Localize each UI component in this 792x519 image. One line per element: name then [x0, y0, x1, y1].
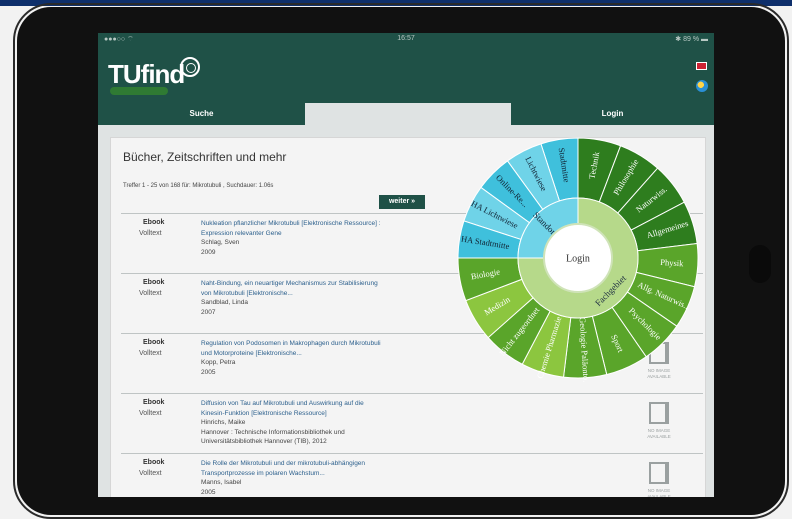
- result-availability[interactable]: Volltext: [139, 410, 162, 417]
- battery-indicator: ✱ 89 % ▬: [675, 36, 708, 43]
- photo-background-strip: [0, 0, 792, 6]
- result-year: 2005: [201, 488, 216, 496]
- result-meta: Die Rolle der Mikrotubuli und der mikrot…: [201, 459, 381, 497]
- result-meta: Diffusion von Tau auf Mikrotubuli und Au…: [201, 399, 381, 447]
- seal-icon: [180, 57, 200, 77]
- result-meta: Nukleation pflanzlicher Mikrotubuli [Ele…: [201, 219, 381, 257]
- result-author: Sandblad, Linda: [201, 299, 248, 306]
- result-type: Ebook: [143, 459, 165, 466]
- no-image-label: NO IMAGE AVAILABLE: [647, 488, 671, 497]
- result-author: Kopp, Petra: [201, 359, 236, 366]
- globe-icon[interactable]: [696, 80, 708, 92]
- result-row[interactable]: Ebook Volltext Die Rolle der Mikrotubuli…: [121, 453, 703, 497]
- login-center-label[interactable]: Login: [566, 253, 590, 264]
- nav-login[interactable]: Login: [511, 103, 714, 125]
- hits-summary: Treffer 1 - 25 von 168 für: Mikrotubuli …: [123, 183, 274, 189]
- result-availability[interactable]: Volltext: [139, 350, 162, 357]
- result-year: Hannover : Technische Informationsbiblio…: [201, 428, 345, 446]
- result-type: Ebook: [143, 339, 165, 346]
- result-type: Ebook: [143, 279, 165, 286]
- result-year: 2005: [201, 368, 216, 376]
- no-image-placeholder: NO IMAGE AVAILABLE: [641, 462, 677, 497]
- book-icon: [649, 402, 669, 424]
- result-availability[interactable]: Volltext: [139, 470, 162, 477]
- result-availability[interactable]: Volltext: [139, 230, 162, 237]
- result-title[interactable]: Regulation von Podosomen in Makrophagen …: [201, 339, 381, 358]
- filter-label-fachgebiet[interactable]: Physik: [660, 257, 684, 268]
- result-meta: Naht-Bindung, ein neuartiger Mechanismus…: [201, 279, 381, 317]
- nav-active-gap: [305, 103, 511, 125]
- main-nav: Suche Login: [98, 103, 714, 125]
- result-meta: Regulation von Podosomen in Makrophagen …: [201, 339, 381, 377]
- result-year: 2009: [201, 248, 216, 256]
- result-title[interactable]: Naht-Bindung, ein neuartiger Mechanismus…: [201, 279, 381, 298]
- page-title: Bücher, Zeitschriften und mehr: [123, 150, 287, 164]
- next-page-button[interactable]: weiter »: [379, 195, 425, 209]
- result-author: Hinrichs, Maike: [201, 419, 246, 426]
- brand-header: TUfind: [98, 45, 714, 103]
- flag-uk-icon[interactable]: [696, 62, 707, 70]
- result-availability[interactable]: Volltext: [139, 290, 162, 297]
- clock: 16:57: [397, 35, 415, 42]
- result-row[interactable]: Ebook Volltext Diffusion von Tau auf Mik…: [121, 393, 703, 453]
- no-image-label: NO IMAGE AVAILABLE: [647, 428, 671, 439]
- result-type: Ebook: [143, 219, 165, 226]
- nav-suche[interactable]: Suche: [98, 103, 305, 125]
- no-image-placeholder: NO IMAGE AVAILABLE: [641, 402, 677, 440]
- result-year: 2007: [201, 308, 216, 316]
- result-author: Schlag, Sven: [201, 239, 240, 246]
- result-author: Manns, Isabel: [201, 479, 242, 486]
- tufind-logo[interactable]: TUfind: [108, 59, 185, 90]
- home-button[interactable]: [749, 245, 771, 283]
- logo-swoosh: [110, 87, 168, 95]
- tablet-screen: ●●●○○ ⌔ 16:57 ✱ 89 % ▬ TUfind Suche Logi…: [98, 33, 714, 497]
- result-title[interactable]: Diffusion von Tau auf Mikrotubuli und Au…: [201, 399, 381, 418]
- ios-status-bar: ●●●○○ ⌔ 16:57 ✱ 89 % ▬: [98, 33, 714, 45]
- result-title[interactable]: Nukleation pflanzlicher Mikrotubuli [Ele…: [201, 219, 381, 238]
- result-title[interactable]: Die Rolle der Mikrotubuli und der mikrot…: [201, 459, 381, 478]
- book-icon: [649, 462, 669, 484]
- result-type: Ebook: [143, 399, 165, 406]
- filter-wheel[interactable]: StadtmitteLichtwieseOnline-Re...HA Licht…: [454, 134, 702, 382]
